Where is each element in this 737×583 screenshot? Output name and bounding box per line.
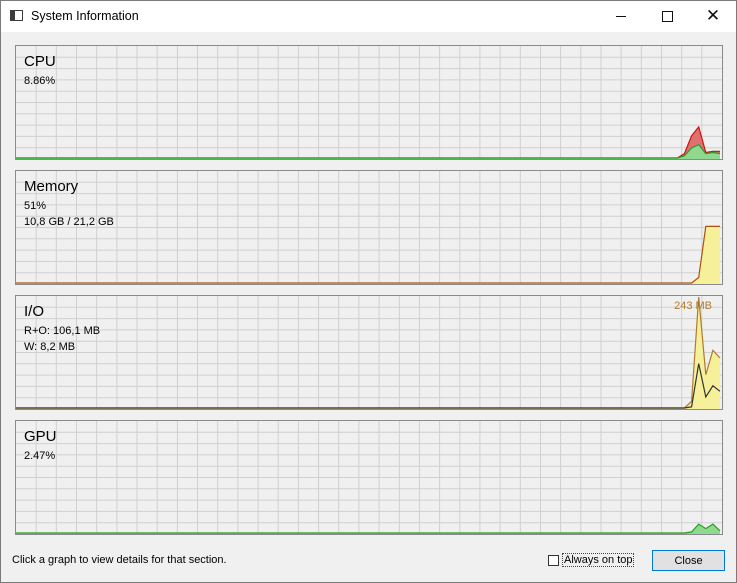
cpu-graph	[16, 46, 722, 159]
gpu-series-line	[16, 523, 721, 534]
app-window-icon	[10, 10, 23, 21]
io-read-other-value: R+O: 106,1 MB	[24, 325, 101, 337]
close-window-button[interactable]: ✕	[690, 1, 736, 32]
gpu-graph	[16, 421, 722, 534]
maximize-button[interactable]	[644, 1, 690, 32]
io-peak-label: 243 MB	[674, 300, 712, 312]
footer-hint: Click a graph to view details for that s…	[12, 554, 227, 566]
cpu-user-series-area	[16, 126, 720, 159]
gpu-graph-panel[interactable]: GPU 2.47%	[15, 420, 723, 535]
io-write-value: W: 8,2 MB	[24, 341, 76, 353]
title-bar[interactable]: System Information ✕	[1, 1, 736, 32]
memory-series-line	[16, 225, 720, 284]
maximize-icon	[661, 11, 673, 22]
memory-amount-value: 10,8 GB / 21,2 GB	[24, 216, 114, 228]
memory-graph-panel[interactable]: Memory 51% 10,8 GB / 21,2 GB	[15, 170, 723, 285]
checkbox-icon[interactable]	[548, 554, 559, 566]
minimize-icon	[616, 16, 626, 17]
memory-graph	[16, 171, 722, 284]
memory-title: Memory	[24, 178, 79, 195]
cpu-user-series-line	[16, 125, 720, 159]
memory-percent-value: 51%	[24, 200, 47, 212]
io-graph-panel[interactable]: I/O R+O: 106,1 MB W: 8,2 MB 243 MB	[15, 295, 723, 410]
close-icon: ✕	[705, 6, 721, 26]
cpu-kernel-series-area	[16, 144, 720, 159]
gpu-usage-value: 2.47%	[24, 450, 56, 462]
cpu-kernel-series-line	[16, 143, 721, 159]
io-graph	[16, 296, 722, 409]
cpu-title: CPU	[24, 53, 56, 70]
io-title: I/O	[24, 303, 45, 320]
io-write-series-line	[16, 363, 721, 409]
minimize-button[interactable]	[598, 1, 644, 32]
cpu-graph-panel[interactable]: CPU 8.86%	[15, 45, 723, 160]
memory-series-area	[16, 226, 720, 284]
always-on-top-label[interactable]: Always on top	[562, 553, 635, 567]
cpu-usage-value: 8.86%	[24, 75, 56, 87]
gpu-title: GPU	[24, 428, 57, 445]
always-on-top-checkbox[interactable]: Always on top	[548, 553, 635, 567]
close-button[interactable]: Close	[652, 550, 725, 571]
window-title: System Information	[31, 9, 139, 23]
system-information-window: System Information ✕ CPU 8.86% Memory 51…	[0, 0, 737, 583]
